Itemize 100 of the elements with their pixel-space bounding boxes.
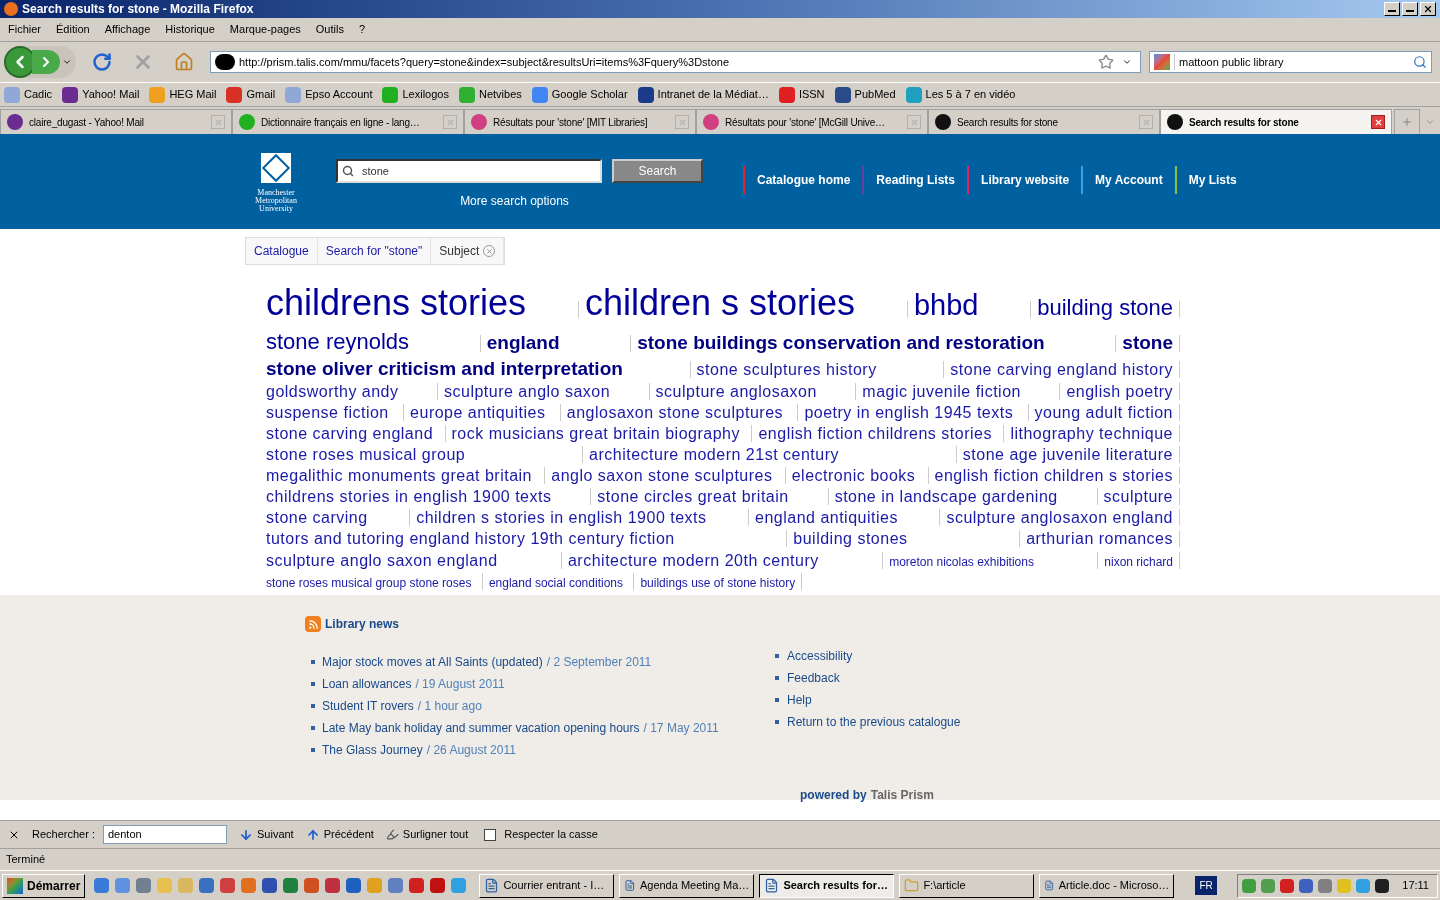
subject-tag[interactable]: england social conditions (482, 575, 629, 592)
bookmark-link[interactable]: Cadic (24, 86, 53, 103)
app-icon[interactable] (409, 878, 425, 893)
nav-link[interactable]: Library website (969, 170, 1082, 189)
subject-tag[interactable]: nixon richard (1098, 554, 1179, 571)
app-icon[interactable] (220, 878, 236, 893)
subject-tag[interactable]: england (480, 329, 566, 355)
subject-tag[interactable]: children s stories (578, 279, 862, 327)
subject-tag[interactable]: buildings use of stone history (634, 575, 802, 592)
subject-tag[interactable]: sculpture anglosaxon (649, 380, 823, 402)
subject-tag[interactable]: english poetry (1060, 380, 1179, 402)
bookmark-link[interactable]: ISSN (798, 86, 825, 103)
subject-tag[interactable]: stone roses musical group stone roses (260, 575, 478, 592)
browser-tab[interactable]: Dictionnaire français en ligne - lang… (232, 109, 464, 134)
app-icon[interactable] (283, 878, 299, 893)
browser-tab[interactable]: claire_dugast - Yahoo! Mail (0, 109, 232, 134)
subject-tag[interactable]: goldsworthy andy (260, 380, 405, 402)
subject-tag[interactable]: anglo saxon stone sculptures (545, 465, 779, 487)
subject-tag[interactable]: stone age juvenile literature (956, 443, 1179, 466)
subject-tag[interactable]: building stone (1031, 293, 1179, 323)
subject-tag[interactable]: stone oliver criticism and interpretation (260, 355, 629, 381)
subject-tag[interactable]: childrens stories (260, 279, 533, 327)
subject-tag[interactable]: moreton nicolas exhibitions (883, 554, 1040, 571)
bookmark-link[interactable]: Yahoo! Mail (82, 86, 140, 103)
match-case-checkbox[interactable] (484, 828, 497, 841)
bookmark-link[interactable]: Les 5 à 7 en vidéo (925, 86, 1016, 103)
subject-tag[interactable]: sculpture anglo saxon england (260, 549, 504, 571)
subject-tag[interactable]: magic juvenile fiction (856, 380, 1027, 402)
breadcrumb-link[interactable]: Search for "stone" (325, 242, 423, 260)
browser-tab[interactable]: Résultats pour 'stone' [MIT Libraries] (464, 109, 696, 134)
menu-item[interactable]: Édition (56, 21, 90, 38)
bookmark-link[interactable]: Google Scholar (551, 86, 628, 103)
subject-tag[interactable]: young adult fiction (1028, 401, 1179, 423)
nav-link[interactable]: My Lists (1176, 170, 1249, 189)
news-link[interactable]: Late May bank holiday and summer vacation opening hours (322, 719, 640, 737)
subject-tag[interactable]: poetry in english 1945 texts (798, 401, 1020, 423)
home-icon[interactable] (174, 52, 194, 72)
breadcrumb-link[interactable]: Subject (439, 242, 480, 260)
menu-item[interactable]: ? (358, 21, 366, 38)
menu-item[interactable]: Affichage (104, 21, 151, 38)
task-button[interactable]: Search results for… (759, 873, 895, 898)
breadcrumb-link[interactable]: Catalogue (254, 242, 309, 260)
subject-tag[interactable]: tutors and tutoring england history 19th century fiction (260, 528, 681, 550)
task-button[interactable]: Courrier entrant - I… (479, 873, 615, 898)
subject-tag[interactable]: bhbd (907, 286, 985, 325)
back-forward-control[interactable] (4, 46, 76, 78)
subject-tag[interactable]: megalithic monuments great britain (260, 465, 538, 487)
find-field[interactable]: denton (103, 825, 227, 844)
app-icon[interactable] (304, 878, 320, 893)
subject-tag[interactable]: stone circles great britain (591, 486, 795, 508)
next-button[interactable]: Suivant (239, 826, 294, 843)
reload-icon[interactable] (92, 52, 112, 72)
subject-tag[interactable]: stone sculptures history (690, 358, 883, 380)
subject-tag[interactable]: stone carving england history (944, 358, 1179, 380)
news-link[interactable]: The Glass Journey (322, 741, 423, 759)
subject-tag[interactable]: rock musicians great britain biography (445, 422, 746, 444)
web-search-field[interactable]: mattoon public library (1149, 51, 1432, 73)
subject-tag[interactable]: anglosaxon stone sculptures (560, 401, 790, 423)
subject-tag[interactable]: sculpture (1097, 486, 1179, 508)
nav-link[interactable]: Catalogue home (745, 170, 863, 189)
task-button[interactable]: Agenda Meeting Ma… (619, 873, 755, 898)
app-icon[interactable] (430, 878, 446, 893)
university-logo[interactable]: Manchester Metropolitan University (250, 150, 302, 213)
language-indicator[interactable]: FR (1195, 876, 1217, 895)
menu-item[interactable]: Outils (315, 21, 344, 38)
app-icon[interactable] (346, 878, 362, 893)
bookmark-link[interactable]: PubMed (854, 86, 896, 103)
caret-icon[interactable] (1122, 57, 1132, 67)
talis-prism-link[interactable]: Talis Prism (870, 786, 934, 804)
app-icon[interactable] (388, 878, 404, 893)
bookmark-link[interactable]: Intranet de la Médiat… (657, 86, 769, 103)
nav-link[interactable]: Reading Lists (864, 170, 968, 189)
subject-tag[interactable]: english fiction children s stories (928, 465, 1179, 487)
start-button[interactable]: Démarrer (2, 873, 86, 898)
subject-tag[interactable]: stone carving england (260, 422, 440, 444)
app-icon[interactable] (241, 878, 257, 893)
app-icon[interactable] (199, 878, 215, 893)
subject-tag[interactable]: europe antiquities (404, 401, 552, 423)
subject-tag[interactable]: architecture modern 20th century (561, 549, 825, 571)
subject-tag[interactable]: lithography technique (1004, 422, 1179, 444)
catalogue-search-field[interactable]: stone (336, 159, 602, 183)
search-button[interactable]: Search (612, 159, 703, 183)
subject-tag[interactable]: sculpture anglo saxon (438, 380, 617, 402)
subject-tag[interactable]: stone in landscape gardening (828, 486, 1064, 508)
subject-tag[interactable]: sculpture anglosaxon england (940, 507, 1179, 529)
bookmark-link[interactable]: HEG Mail (169, 86, 217, 103)
address-field[interactable]: http://prism.talis.com/mmu/facets?query=stone&index=subject&resultsUri=items%3Fquery%3Dstone (210, 51, 1141, 73)
footer-link[interactable]: Return to the previous catalogue (787, 713, 961, 731)
subject-tag[interactable]: stone carving (260, 507, 374, 529)
tray-icon[interactable] (1375, 878, 1390, 893)
app-icon[interactable] (136, 878, 152, 893)
nav-link[interactable]: My Account (1083, 170, 1175, 189)
news-link[interactable]: Loan allowances (322, 675, 412, 693)
more-search-options-link[interactable]: More search options (460, 192, 569, 210)
search-icon[interactable] (1413, 55, 1427, 69)
subject-tag[interactable]: stone buildings conservation and restoration (631, 329, 1051, 355)
subject-tag[interactable]: stone reynolds (260, 326, 416, 356)
subject-tag[interactable]: stone roses musical group (260, 443, 472, 466)
close-icon[interactable] (1371, 115, 1385, 129)
app-icon[interactable] (115, 878, 131, 893)
